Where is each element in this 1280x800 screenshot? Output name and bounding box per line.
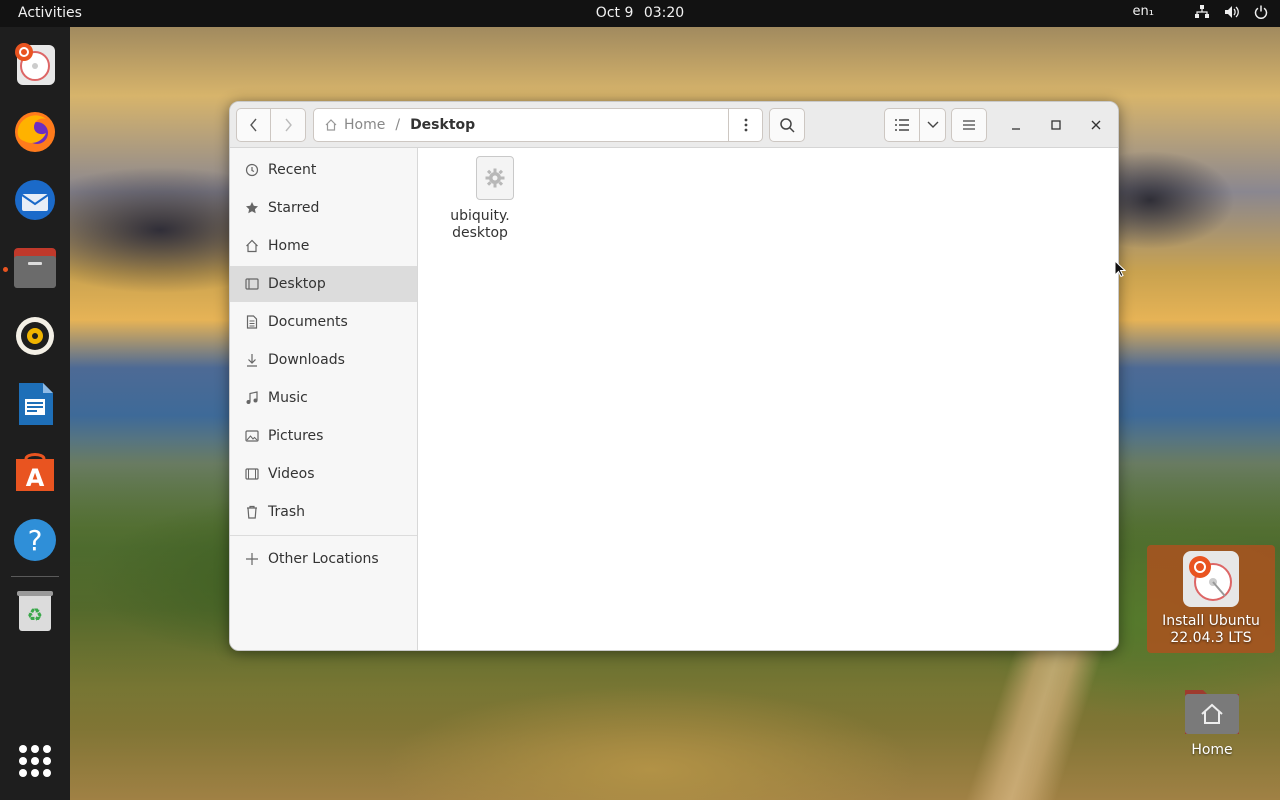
help-icon[interactable]: ? (11, 516, 59, 564)
firefox-icon[interactable] (11, 108, 59, 156)
chevron-left-icon (249, 118, 257, 132)
maximize-button[interactable] (1046, 115, 1066, 135)
sidebar-item-label: Trash (268, 504, 305, 520)
search-icon (780, 118, 795, 133)
back-button[interactable] (236, 108, 271, 142)
trash-icon (244, 504, 260, 520)
rhythmbox-icon[interactable] (11, 312, 59, 360)
path-bar: Home / Desktop (313, 108, 763, 142)
maximize-icon (1051, 120, 1061, 130)
running-indicator (3, 267, 8, 272)
search-button[interactable] (769, 108, 805, 142)
music-icon (244, 390, 260, 406)
home-folder-icon (1183, 684, 1241, 736)
dock: A ? ♻ (0, 27, 70, 800)
clock-icon (244, 162, 260, 178)
desktop-icon-label: Install Ubuntu 22.04.3 LTS (1162, 613, 1260, 646)
sidebar-item-recent[interactable]: Recent (230, 152, 417, 188)
close-button[interactable] (1086, 115, 1106, 135)
breadcrumb-separator: / (395, 117, 401, 133)
breadcrumb-current[interactable]: Desktop (410, 117, 475, 133)
clock-date: Oct 9 (595, 5, 634, 21)
places-sidebar: Recent Starred Home Desktop Documents Do… (230, 148, 418, 650)
home-icon (325, 119, 337, 131)
more-vertical-icon (744, 118, 747, 132)
sidebar-item-label: Home (268, 238, 310, 254)
sidebar-separator (230, 535, 417, 536)
sidebar-item-starred[interactable]: Starred (230, 190, 417, 226)
sidebar-item-label: Pictures (268, 428, 324, 444)
desktop-icon-label: Home (1191, 742, 1233, 758)
view-list-button[interactable] (884, 108, 920, 142)
breadcrumb-home[interactable]: Home (324, 117, 385, 133)
header-bar: Home / Desktop (230, 102, 1118, 148)
input-language-indicator[interactable]: en₁ (1133, 4, 1154, 19)
sidebar-item-music[interactable]: Music (230, 380, 417, 416)
sidebar-item-label: Videos (268, 466, 315, 482)
chevron-right-icon (285, 118, 292, 132)
svg-text:♻: ♻ (27, 605, 43, 626)
files-icon[interactable] (11, 244, 59, 292)
minimize-icon (1012, 128, 1020, 130)
volume-icon[interactable] (1224, 5, 1240, 19)
ubuntu-installer-icon[interactable] (11, 40, 59, 88)
sidebar-item-other-locations[interactable]: Other Locations (230, 541, 417, 577)
sidebar-item-label: Music (268, 390, 308, 406)
main-menu-button[interactable] (951, 108, 987, 142)
file-name: ubiquity. desktop (450, 208, 510, 241)
chevron-down-icon (927, 121, 938, 128)
clock-time: 03:20 (643, 5, 685, 21)
path-menu-button[interactable] (728, 109, 762, 141)
nav-buttons (236, 108, 306, 142)
sidebar-item-label: Recent (268, 162, 317, 178)
writer-icon[interactable] (11, 380, 59, 428)
network-icon[interactable] (1194, 4, 1210, 19)
star-icon (244, 200, 260, 216)
picture-icon (244, 428, 260, 444)
svg-text:A: A (26, 464, 45, 492)
files-window: Home / Desktop Recent Starred Home Deskt… (229, 101, 1119, 651)
forward-button[interactable] (271, 108, 306, 142)
thunderbird-icon[interactable] (11, 176, 59, 224)
desktop-icon-home[interactable]: Home (1170, 684, 1254, 759)
file-view[interactable]: ubiquity. desktop (418, 148, 1118, 650)
mouse-cursor-icon (1114, 259, 1127, 282)
sidebar-item-label: Documents (268, 314, 348, 330)
sidebar-item-label: Starred (268, 200, 320, 216)
software-icon[interactable]: A (11, 448, 59, 496)
sidebar-item-trash[interactable]: Trash (230, 494, 417, 530)
sidebar-item-documents[interactable]: Documents (230, 304, 417, 340)
desktop-icon (244, 276, 260, 292)
plus-icon (244, 551, 260, 567)
power-icon[interactable] (1254, 5, 1268, 19)
sidebar-item-desktop[interactable]: Desktop (230, 266, 417, 302)
top-bar: Activities Oct 9 03:20 en₁ (0, 0, 1280, 27)
minimize-button[interactable] (1006, 115, 1026, 135)
sidebar-item-label: Other Locations (268, 551, 379, 567)
desktop-icon-install-ubuntu[interactable]: Install Ubuntu 22.04.3 LTS (1147, 545, 1275, 653)
video-icon (244, 466, 260, 482)
clock[interactable]: Oct 9 03:20 (0, 5, 1280, 21)
trash-icon[interactable]: ♻ (11, 586, 59, 634)
home-icon (244, 238, 260, 254)
list-view-icon (895, 119, 909, 131)
sidebar-item-home[interactable]: Home (230, 228, 417, 264)
view-options-button[interactable] (919, 108, 946, 142)
sidebar-item-pictures[interactable]: Pictures (230, 418, 417, 454)
sidebar-item-label: Downloads (268, 352, 345, 368)
close-icon (1091, 120, 1101, 130)
apps-grid-icon[interactable] (19, 745, 51, 777)
document-icon (244, 314, 260, 330)
sidebar-item-label: Desktop (268, 276, 326, 292)
download-icon (244, 352, 260, 368)
hamburger-menu-icon (963, 120, 975, 130)
gear-icon (476, 156, 514, 200)
dock-separator (11, 576, 59, 577)
system-tray[interactable]: en₁ (1133, 4, 1268, 19)
file-item[interactable]: ubiquity. desktop (450, 156, 530, 242)
sidebar-item-videos[interactable]: Videos (230, 456, 417, 492)
sidebar-item-downloads[interactable]: Downloads (230, 342, 417, 378)
ubuntu-installer-icon (1183, 551, 1239, 607)
svg-text:?: ? (28, 524, 43, 557)
